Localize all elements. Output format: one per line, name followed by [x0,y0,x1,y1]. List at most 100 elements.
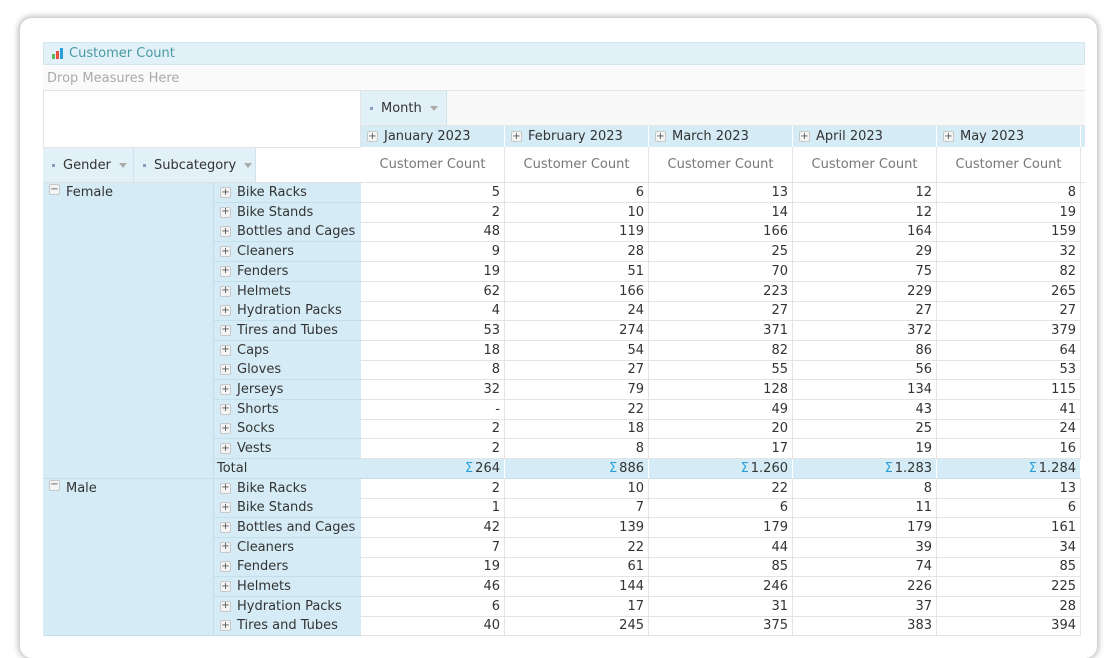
value-cell[interactable]: 55 [649,360,793,381]
value-cell[interactable]: 62 [361,281,505,302]
row-header-subcategory[interactable]: + Bottles and Cages [213,517,361,538]
value-cell[interactable]: 18 [505,419,649,440]
value-cell[interactable]: 119 [505,222,649,243]
value-cell[interactable]: 64 [937,340,1081,361]
value-cell[interactable]: 7 [505,498,649,519]
row-header-subcategory[interactable]: + Cleaners [213,537,361,558]
value-cell[interactable]: 164 [793,222,937,243]
row-header-subcategory[interactable]: + Tires and Tubes [213,320,361,341]
value-cell[interactable]: 134 [793,380,937,400]
value-cell[interactable]: 8 [505,439,649,460]
row-header-subcategory[interactable]: + Helmets [213,281,361,302]
expand-plus-icon[interactable]: + [220,482,231,494]
expand-plus-icon[interactable]: + [220,384,231,395]
value-cell[interactable]: 48 [361,222,505,243]
value-cell[interactable]: 6 [361,596,505,617]
value-cell[interactable]: 54 [505,340,649,361]
value-cell[interactable]: 12 [793,183,937,203]
value-cell[interactable]: 22 [505,537,649,558]
value-cell[interactable]: 2 [361,439,505,460]
row-header-subcategory[interactable]: + Bike Racks [213,183,361,203]
expand-plus-icon[interactable]: + [220,620,231,632]
month-header[interactable]: + April 2023 [793,126,937,147]
row-header-subcategory[interactable]: + Vests [213,439,361,460]
value-cell[interactable]: 6 [649,498,793,519]
row-header-subcategory[interactable]: + Cleaners [213,242,361,263]
expand-plus-icon[interactable]: + [655,131,666,142]
value-cell[interactable]: 371 [649,320,793,341]
value-cell[interactable]: 27 [505,360,649,381]
value-cell[interactable]: 166 [649,222,793,243]
row-header-subcategory[interactable]: + Hydration Packs [213,596,361,617]
value-cell[interactable]: 179 [793,517,937,538]
value-cell[interactable]: 10 [505,202,649,223]
drag-handle-icon[interactable] [370,106,373,110]
value-cell[interactable]: 70 [649,261,793,282]
value-cell[interactable]: 85 [937,557,1081,578]
value-cell[interactable]: 225 [937,577,1081,597]
value-cell[interactable]: 43 [793,399,937,420]
value-cell[interactable]: 25 [649,242,793,263]
value-cell[interactable]: 11 [793,498,937,519]
value-cell[interactable]: 34 [937,537,1081,558]
expand-plus-icon[interactable]: + [220,344,231,356]
value-cell[interactable]: 144 [505,577,649,597]
total-cell[interactable]: Σ 1.283 [793,458,937,479]
value-cell[interactable]: 37 [793,596,937,617]
row-header-subcategory[interactable]: + Bike Stands [213,202,361,223]
value-cell[interactable]: 74 [793,557,937,578]
month-header[interactable]: + May 2023 [937,126,1081,147]
value-cell[interactable]: 2 [361,202,505,223]
expand-plus-icon[interactable]: + [220,226,231,238]
value-cell[interactable]: 12 [793,202,937,223]
value-cell[interactable]: 40 [361,616,505,636]
field-chip-month[interactable]: Month [361,91,447,125]
value-cell[interactable]: 27 [649,301,793,322]
row-header-subcategory[interactable]: + Shorts [213,399,361,420]
value-cell[interactable]: 372 [793,320,937,341]
value-cell[interactable]: 2 [361,419,505,440]
chevron-down-icon[interactable] [118,162,127,168]
value-cell[interactable]: 53 [361,320,505,341]
row-header-subcategory[interactable]: + Socks [213,419,361,440]
value-cell[interactable]: 51 [505,261,649,282]
value-cell[interactable]: 18 [361,340,505,361]
drop-measures-zone[interactable]: Drop Measures Here [43,66,1085,91]
value-cell[interactable]: 85 [649,557,793,578]
expand-plus-icon[interactable]: + [220,581,231,592]
value-cell[interactable]: 75 [793,261,937,282]
value-cell[interactable]: 24 [937,419,1081,440]
expand-plus-icon[interactable]: + [799,131,810,142]
value-cell[interactable]: 19 [361,261,505,282]
chevron-down-icon[interactable] [429,105,438,111]
expand-plus-icon[interactable]: + [220,561,231,573]
expand-plus-icon[interactable]: + [220,324,231,336]
value-cell[interactable]: 49 [649,399,793,420]
value-cell[interactable]: 2 [361,478,505,499]
expand-plus-icon[interactable]: + [220,305,231,317]
value-cell[interactable]: 24 [505,301,649,322]
value-cell[interactable]: 128 [649,380,793,400]
row-header-subcategory[interactable]: + Hydration Packs [213,301,361,322]
expand-plus-icon[interactable]: + [220,246,231,258]
value-cell[interactable]: 383 [793,616,937,636]
value-cell[interactable]: 27 [937,301,1081,322]
expand-plus-icon[interactable]: + [220,364,231,376]
value-cell[interactable]: 20 [649,419,793,440]
measure-title-bar[interactable]: Customer Count [43,42,1085,65]
value-cell[interactable]: 25 [793,419,937,440]
value-cell[interactable]: 82 [937,261,1081,282]
expand-plus-icon[interactable]: + [220,285,231,297]
value-cell[interactable]: 1 [361,498,505,519]
row-header-subcategory[interactable]: + Fenders [213,261,361,282]
value-cell[interactable]: 61 [505,557,649,578]
drag-handle-icon[interactable] [143,163,146,167]
value-cell[interactable]: 4 [361,301,505,322]
value-cell[interactable]: 226 [793,577,937,597]
row-header-subcategory[interactable]: + Bottles and Cages [213,222,361,243]
expand-plus-icon[interactable]: + [220,443,231,455]
total-cell[interactable]: Σ 1.284 [937,458,1081,479]
value-cell[interactable]: 139 [505,517,649,538]
value-cell[interactable]: 245 [505,616,649,636]
value-cell[interactable]: 19 [937,202,1081,223]
